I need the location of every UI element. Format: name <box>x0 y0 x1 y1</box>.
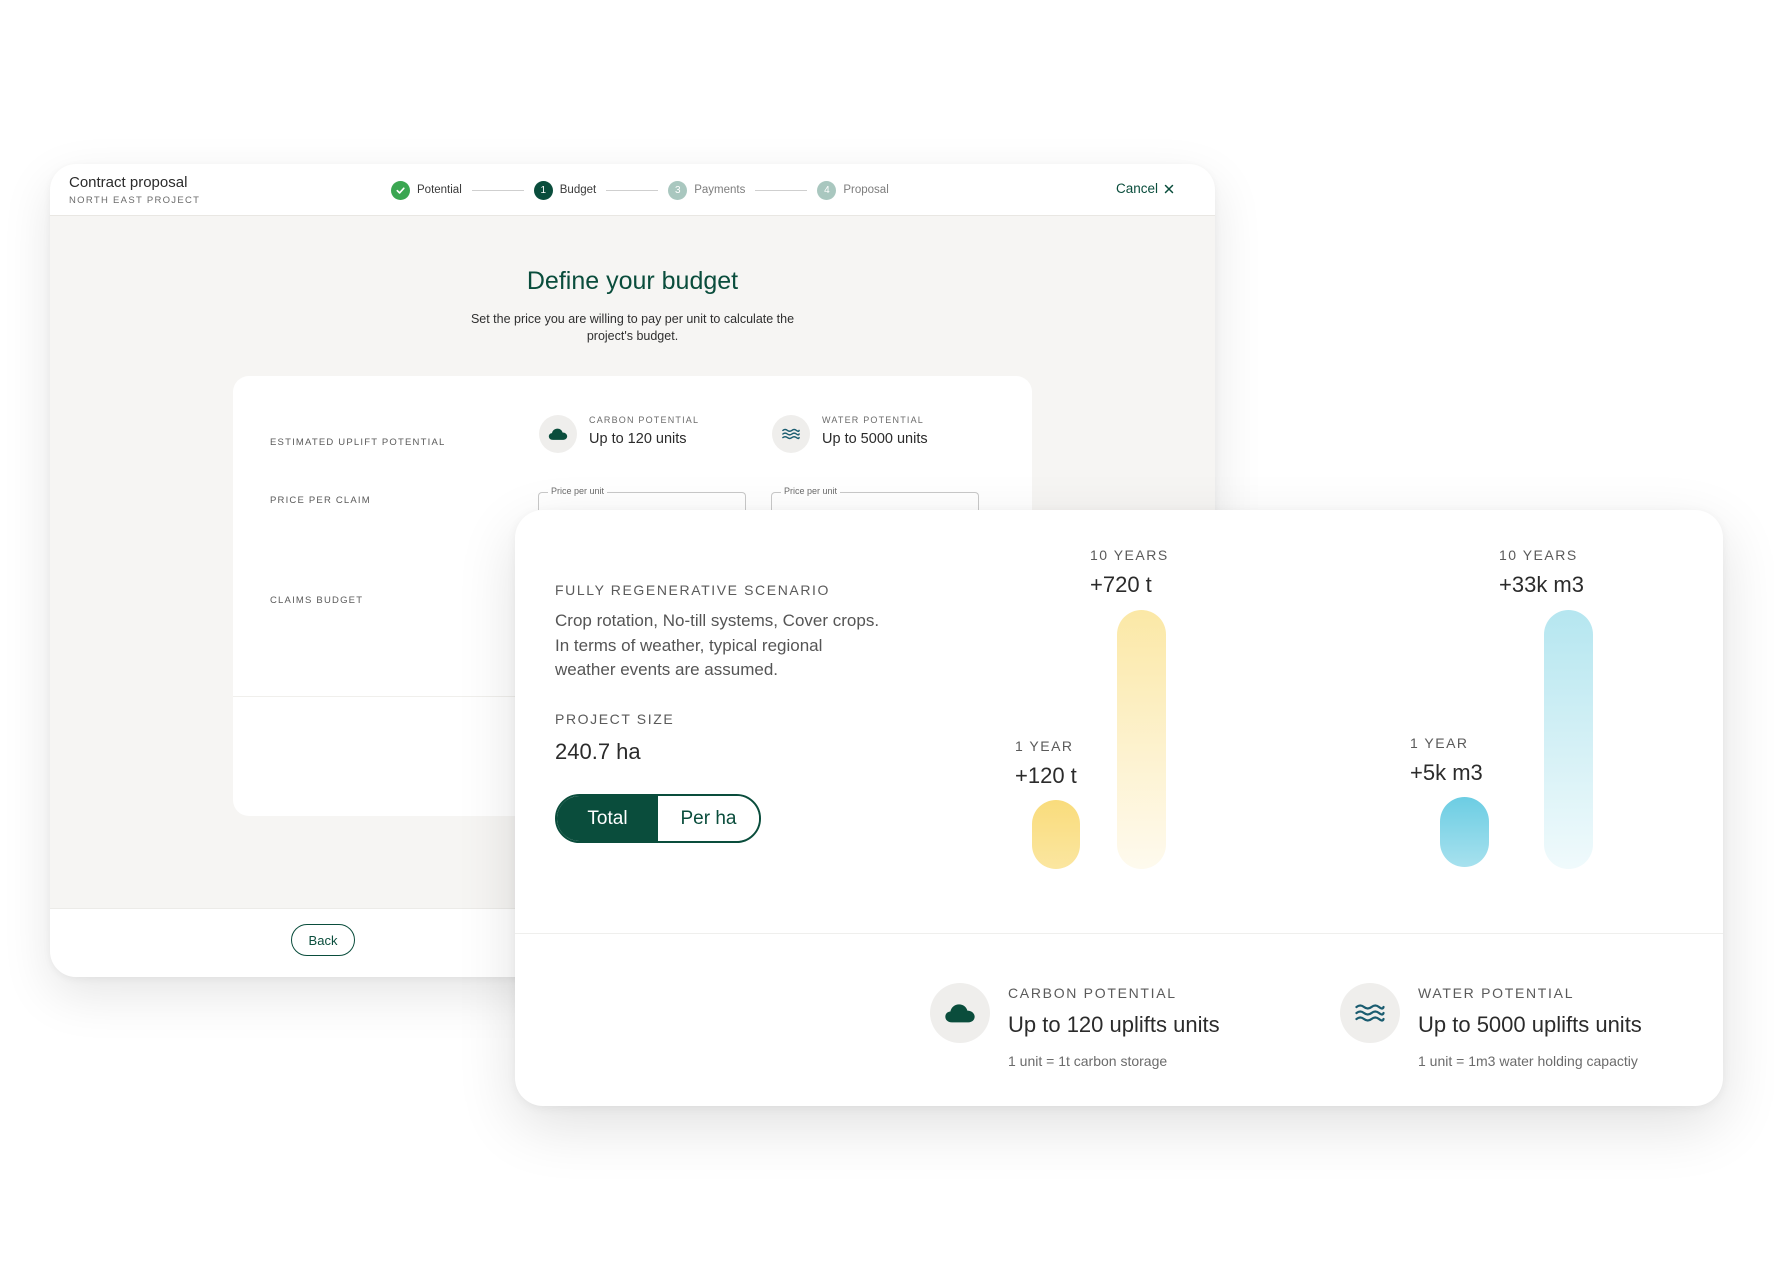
water-unit-note: 1 unit = 1m3 water holding capactiy <box>1418 1053 1638 1069</box>
step-payments[interactable]: 3 Payments <box>668 180 746 200</box>
carbon-price-input[interactable]: Price per unit <box>538 486 746 510</box>
carbon-potential-label: CARBON POTENTIAL <box>1008 985 1177 1001</box>
scenario-card: FULLY REGENERATIVE SCENARIO Crop rotatio… <box>515 510 1723 1106</box>
step-connector <box>471 189 524 191</box>
step-proposal[interactable]: 4 Proposal <box>817 180 889 200</box>
step-number: 3 <box>668 180 688 200</box>
input-label: Price per unit <box>548 486 608 496</box>
check-icon <box>391 180 410 200</box>
budget-row-label: CLAIMS BUDGET <box>270 595 364 606</box>
water-1-year-label: 1 YEAR <box>1410 735 1469 751</box>
close-icon <box>1164 184 1174 193</box>
divider <box>515 933 1723 934</box>
water-1-year-bar <box>1440 797 1489 867</box>
cloud-icon <box>930 983 990 1043</box>
water-10-years-label: 10 YEARS <box>1499 547 1578 563</box>
page-description: Set the price you are willing to pay per… <box>470 312 795 343</box>
carbon-potential-summary: CARBON POTENTIAL Up to 120 units <box>539 415 699 453</box>
step-connector <box>606 189 659 191</box>
step-number: 1 <box>533 180 553 200</box>
window-header: Contract proposal NORTH EAST PROJECT Pot… <box>50 164 1215 216</box>
water-price-input[interactable]: Price per unit <box>771 486 979 510</box>
progress-stepper: Potential 1 Budget 3 Payments 4 Proposal <box>391 180 889 200</box>
water-10-years-value: +33k m3 <box>1499 572 1584 597</box>
carbon-1-year-bar <box>1032 800 1080 869</box>
scenario-title: FULLY REGENERATIVE SCENARIO <box>555 582 831 598</box>
page-title: Define your budget <box>526 267 739 295</box>
water-10-years-bar <box>1544 610 1593 869</box>
water-potential-label: WATER POTENTIAL <box>822 415 925 425</box>
total-per-ha-toggle: Total Per ha <box>555 794 761 843</box>
carbon-potential-label: CARBON POTENTIAL <box>589 415 700 425</box>
project-size-value: 240.7 ha <box>555 739 641 764</box>
step-budget[interactable]: 1 Budget <box>533 180 597 200</box>
step-number: 4 <box>817 180 837 200</box>
input-label: Price per unit <box>781 486 841 496</box>
total-toggle-option[interactable]: Total <box>557 796 658 841</box>
step-label: Potential <box>417 184 462 196</box>
carbon-1-year-label: 1 YEAR <box>1015 738 1074 754</box>
project-name: NORTH EAST PROJECT <box>69 195 201 206</box>
step-potential[interactable]: Potential <box>391 180 462 200</box>
carbon-10-years-value: +720 t <box>1090 572 1152 597</box>
carbon-10-years-bar <box>1117 610 1166 869</box>
back-button[interactable]: Back <box>291 924 355 956</box>
water-1-year-value: +5k m3 <box>1410 760 1483 785</box>
carbon-1-year-value: +120 t <box>1015 763 1077 788</box>
carbon-unit-note: 1 unit = 1t carbon storage <box>1008 1053 1168 1069</box>
project-size-label: PROJECT SIZE <box>555 711 675 727</box>
per-ha-toggle-option[interactable]: Per ha <box>658 796 759 841</box>
step-label: Budget <box>559 184 597 196</box>
carbon-10-years-label: 10 YEARS <box>1090 547 1169 563</box>
uplift-row-label: ESTIMATED UPLIFT POTENTIAL <box>270 437 446 448</box>
water-potential-summary: WATER POTENTIAL Up to 5000 units <box>772 415 928 453</box>
water-potential-label: WATER POTENTIAL <box>1418 985 1575 1001</box>
step-label: Proposal <box>843 184 889 196</box>
step-connector <box>755 189 808 191</box>
carbon-potential-value: Up to 120 units <box>589 431 687 447</box>
price-row-label: PRICE PER CLAIM <box>270 495 371 506</box>
carbon-potential-info: CARBON POTENTIAL Up to 120 uplifts units… <box>930 983 1220 1069</box>
scenario-description: Crop rotation, No-till systems, Cover cr… <box>555 611 880 679</box>
water-potential-value: Up to 5000 uplifts units <box>1418 1012 1642 1037</box>
cloud-icon <box>539 415 577 453</box>
cancel-button[interactable]: Cancel <box>1116 181 1174 196</box>
water-potential-value: Up to 5000 units <box>822 431 928 447</box>
water-waves-icon <box>772 415 810 453</box>
cancel-label: Cancel <box>1116 181 1159 196</box>
water-waves-icon <box>1340 983 1400 1043</box>
window-title: Contract proposal <box>69 174 188 191</box>
step-label: Payments <box>694 184 746 196</box>
carbon-potential-value: Up to 120 uplifts units <box>1008 1012 1220 1037</box>
water-potential-info: WATER POTENTIAL Up to 5000 uplifts units… <box>1340 983 1642 1069</box>
